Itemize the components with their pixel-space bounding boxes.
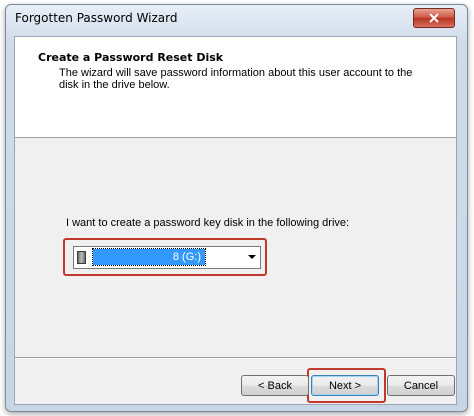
wizard-content: Create a Password Reset Disk The wizard … — [14, 36, 457, 405]
removable-drive-icon — [77, 251, 86, 264]
next-button[interactable]: Next > — [311, 375, 379, 396]
window-title: Forgotten Password Wizard — [15, 11, 178, 25]
wizard-window: Forgotten Password Wizard Create a Passw… — [5, 4, 468, 412]
drive-prompt-label: I want to create a password key disk in … — [66, 217, 350, 229]
divider — [15, 357, 456, 359]
chevron-down-icon[interactable] — [248, 255, 256, 259]
wizard-header: Create a Password Reset Disk The wizard … — [15, 37, 456, 138]
drive-select-value: 8 (G:) — [92, 248, 206, 266]
cancel-button[interactable]: Cancel — [387, 375, 455, 396]
title-bar: Forgotten Password Wizard — [6, 5, 467, 33]
close-icon — [429, 13, 439, 23]
page-description: The wizard will save password informatio… — [59, 67, 413, 91]
drive-select[interactable]: 8 (G:) — [73, 246, 261, 269]
close-button[interactable] — [413, 8, 455, 28]
page-title: Create a Password Reset Disk — [38, 51, 224, 64]
back-button[interactable]: < Back — [241, 375, 309, 396]
